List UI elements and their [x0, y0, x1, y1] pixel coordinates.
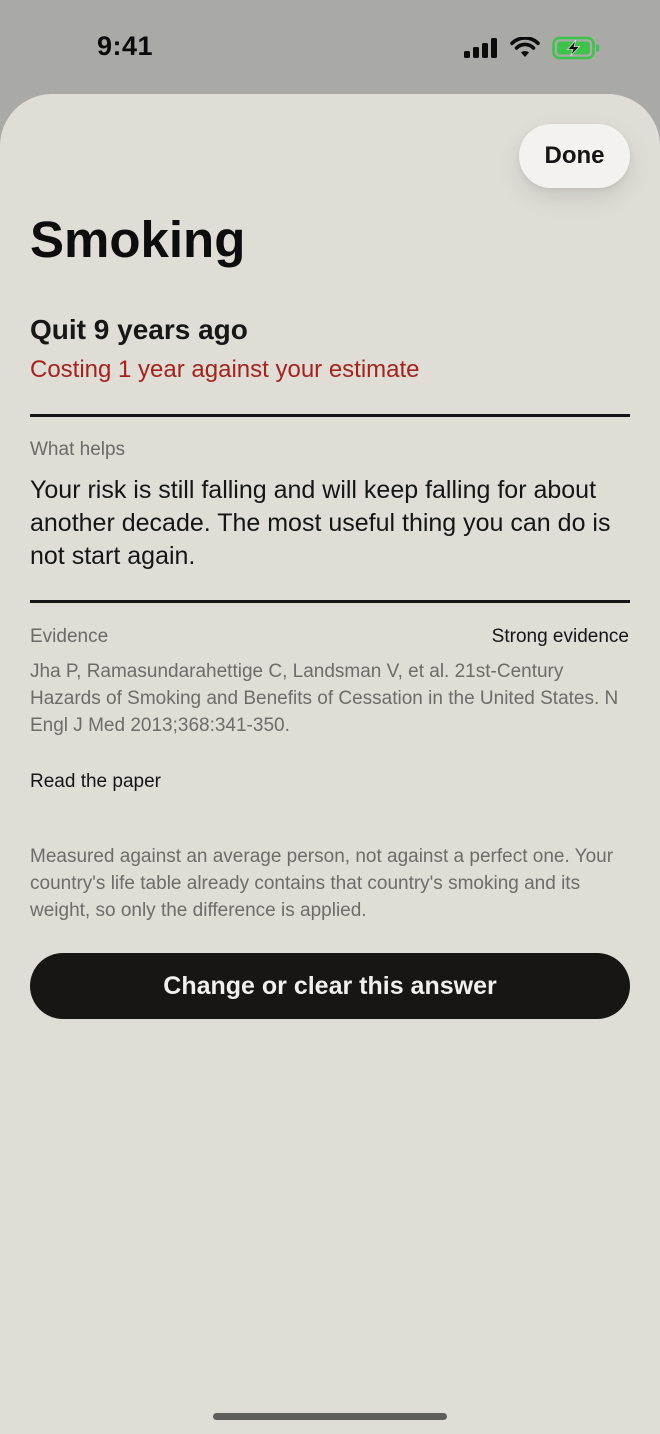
status-icons: [464, 36, 600, 60]
home-indicator: [213, 1413, 447, 1420]
divider: [30, 600, 630, 603]
signal-icon: [464, 38, 497, 58]
evidence-label: Evidence: [30, 626, 109, 647]
what-helps-text: Your risk is still falling and will keep…: [30, 476, 611, 570]
cost-summary: Costing 1 year against your estimate: [30, 356, 420, 383]
detail-sheet: Done Smoking Quit 9 years ago Costing 1 …: [0, 94, 660, 1434]
smoking-status: Quit 9 years ago: [30, 314, 248, 345]
page-title: Smoking: [30, 211, 246, 268]
evidence-strength-badge: Strong evidence: [491, 626, 629, 647]
battery-charging-icon: [552, 36, 599, 60]
status-time: 9:41: [97, 31, 154, 61]
status-bar: 9:41: [0, 0, 660, 94]
done-button[interactable]: Done: [519, 124, 630, 188]
divider: [30, 414, 630, 417]
read-paper-link[interactable]: Read the paper: [30, 770, 161, 794]
wifi-icon: [510, 37, 540, 57]
change-answer-button[interactable]: Change or clear this answer: [30, 953, 630, 1019]
evidence-citation: Jha P, Ramasundarahettige C, Landsman V,…: [30, 661, 619, 736]
what-helps-label: What helps: [30, 439, 126, 460]
disclaimer-text: Measured against an average person, not …: [30, 846, 614, 921]
